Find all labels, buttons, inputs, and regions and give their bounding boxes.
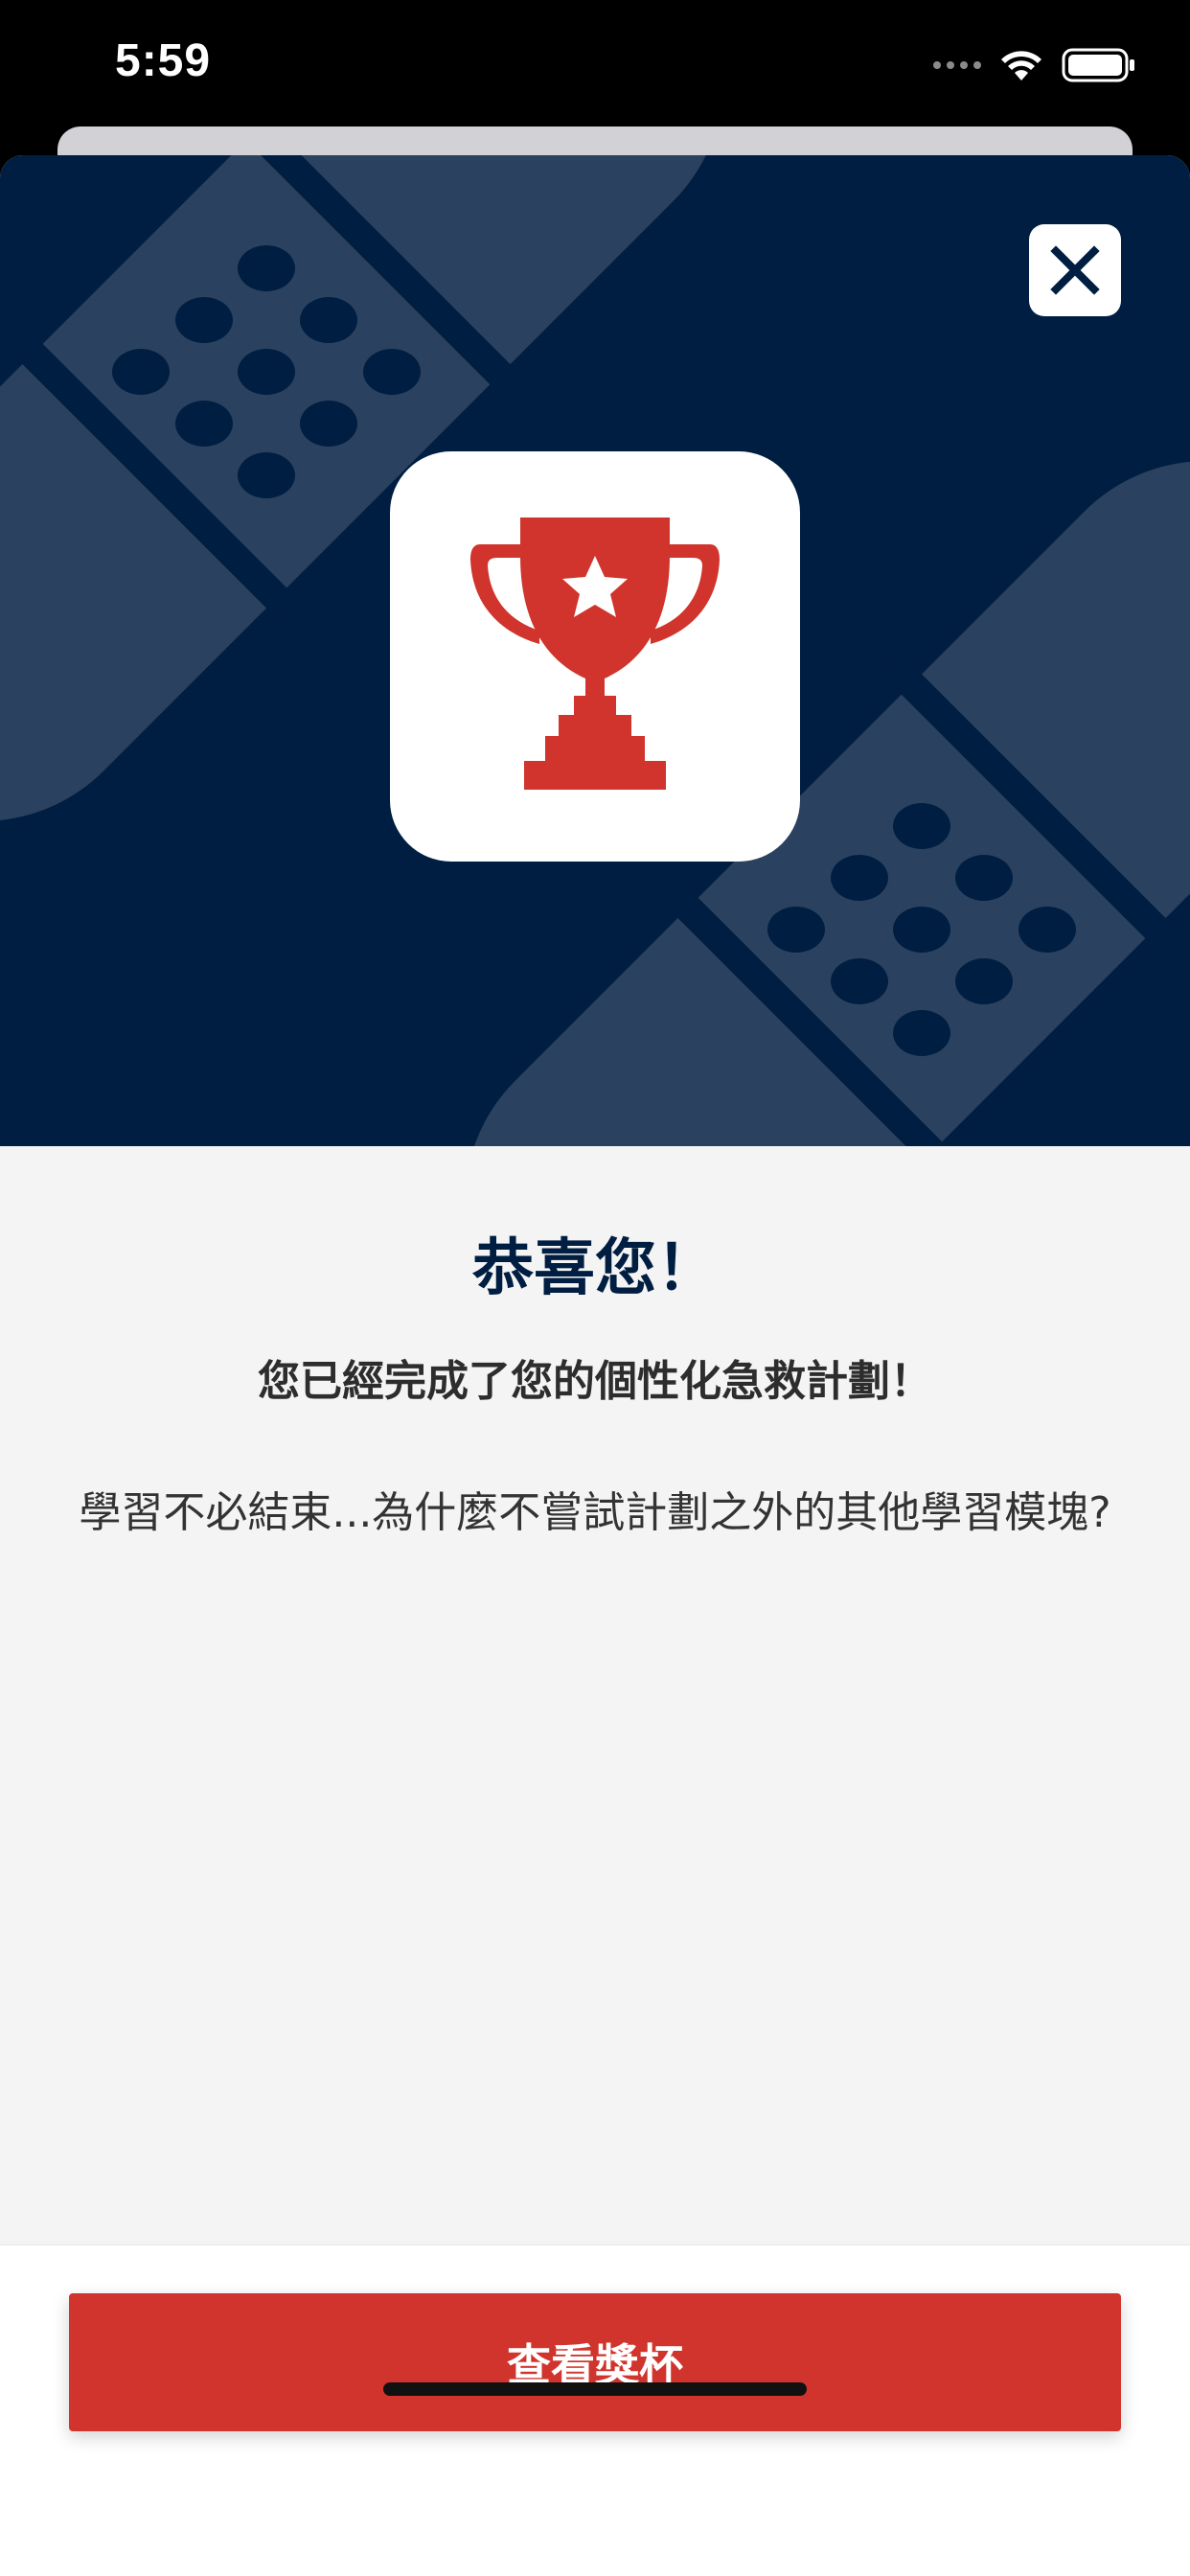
status-time: 5:59 [115, 35, 212, 86]
completion-modal: 恭喜您！ 您已經完成了您的個性化急救計劃！ 學習不必結束...為什麼不嘗試計劃之… [0, 155, 1190, 2576]
cellular-signal-icon [933, 61, 981, 69]
trophy-icon [470, 518, 720, 790]
footer-bar: 查看獎杯 [0, 2244, 1190, 2576]
suggestion-text: 學習不必結束...為什麼不嘗試計劃之外的其他學習模塊? [79, 1488, 1111, 1537]
close-button[interactable] [1029, 224, 1121, 316]
congrats-title: 恭喜您！ [472, 1233, 718, 1304]
battery-icon [1062, 48, 1134, 82]
wifi-icon [1001, 51, 1041, 80]
hero-banner [0, 155, 1190, 1146]
close-icon [1050, 245, 1100, 295]
home-indicator[interactable] [383, 2382, 807, 2396]
completion-subtitle: 您已經完成了您的個性化急救計劃！ [258, 1357, 932, 1406]
status-icons [933, 46, 1136, 84]
view-trophy-button[interactable]: 查看獎杯 [69, 2293, 1121, 2431]
trophy-badge [390, 451, 800, 862]
status-bar: 5:59 [0, 0, 1190, 126]
